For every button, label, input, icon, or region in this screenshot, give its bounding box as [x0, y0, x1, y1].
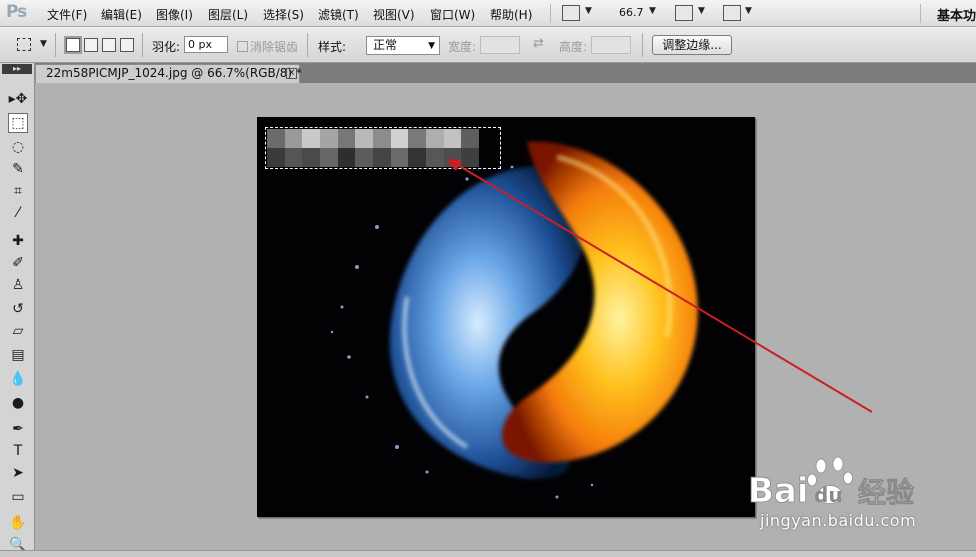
watermark-url: jingyan.baidu.com [760, 511, 917, 530]
arrow-line [455, 163, 873, 413]
baidu-logo-text: Bai [748, 471, 809, 511]
baidu-logo-text-du: du [814, 483, 843, 507]
jingyan-logo-text: 经验 [858, 476, 914, 509]
